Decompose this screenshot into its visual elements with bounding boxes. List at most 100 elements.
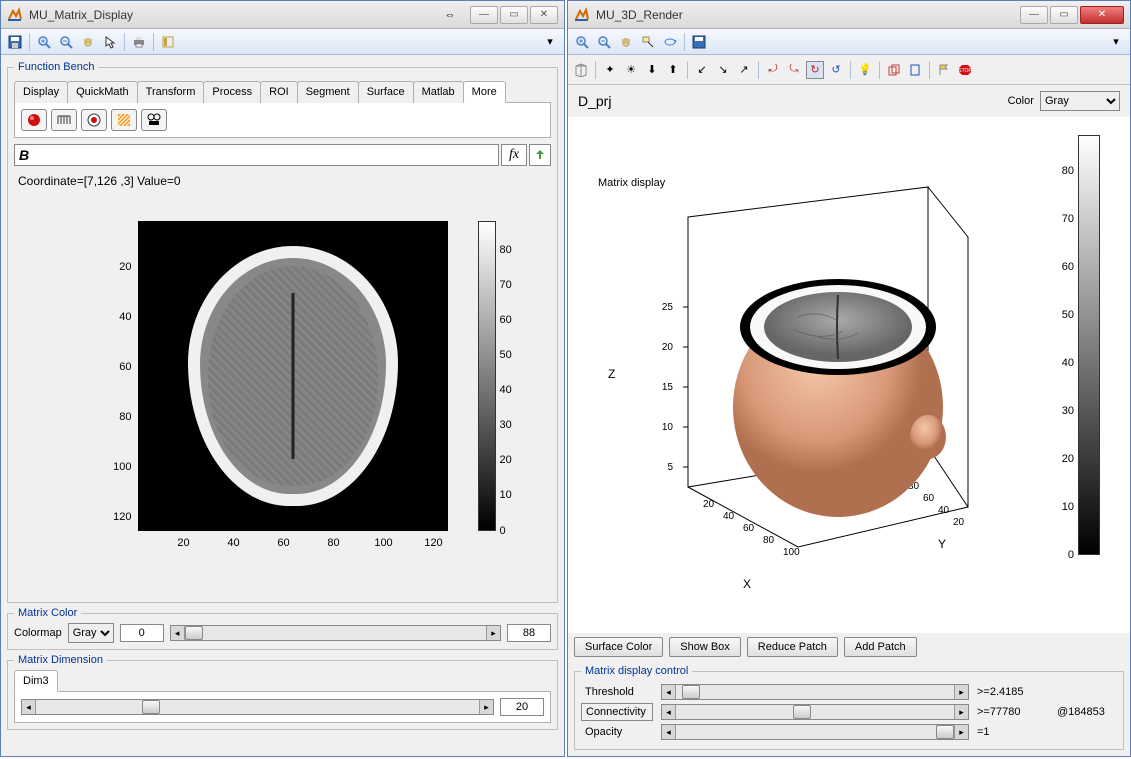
comb-icon[interactable] [51, 109, 77, 131]
zoom-out-icon[interactable] [594, 32, 614, 52]
colormap-select[interactable]: Gray [68, 623, 114, 643]
stop-icon[interactable]: STOP [956, 61, 974, 79]
pan-hand-icon[interactable] [616, 32, 636, 52]
xtick: 40 [227, 537, 239, 549]
clim-min-input[interactable] [120, 624, 164, 642]
connectivity-label[interactable]: Connectivity [581, 703, 653, 721]
cb3tick: 10 [1062, 501, 1074, 513]
cbtick: 60 [500, 314, 512, 326]
minimize-button[interactable]: — [1020, 6, 1048, 24]
zoom-in-icon[interactable] [34, 32, 54, 52]
run-button[interactable] [529, 144, 551, 166]
titlebar-left[interactable]: MU_Matrix_Display ⇔ — ▭ ✕ [1, 1, 564, 29]
opacity-slider[interactable]: ◂▸ [661, 724, 969, 740]
cbtick: 70 [500, 279, 512, 291]
color-label: Color [1008, 95, 1034, 107]
x-axis-label: X [743, 577, 751, 591]
menu-chevron-icon[interactable]: ▾ [540, 32, 560, 52]
reduce-patch-button[interactable]: Reduce Patch [747, 637, 838, 657]
zoom-out-icon[interactable] [56, 32, 76, 52]
pointer-icon[interactable] [100, 32, 120, 52]
cb3tick: 20 [1062, 453, 1074, 465]
red-sphere-icon[interactable] [21, 109, 47, 131]
print-icon[interactable] [129, 32, 149, 52]
slider-right-arrow[interactable]: ▸ [479, 700, 493, 714]
dim-value-input[interactable] [500, 698, 544, 716]
xtick: 60 [277, 537, 289, 549]
copy-icon[interactable] [885, 61, 903, 79]
window-matrix-display: MU_Matrix_Display ⇔ — ▭ ✕ ▾ Function Ben… [0, 0, 565, 757]
maximize-button[interactable]: ▭ [500, 6, 528, 24]
zoom-in-icon[interactable] [572, 32, 592, 52]
light-top-icon[interactable]: ⬇ [643, 61, 661, 79]
render-3d-area[interactable]: Matrix display 5 10 15 20 25 20 40 60 80… [568, 117, 1130, 633]
close-button[interactable]: ✕ [530, 6, 558, 24]
show-box-button[interactable]: Show Box [669, 637, 741, 657]
cbtick: 10 [500, 489, 512, 501]
rotate-free-icon[interactable]: ↺ [827, 61, 845, 79]
tab-quickmath[interactable]: QuickMath [67, 81, 138, 103]
rotate-x-icon[interactable]: ⤾ [764, 61, 782, 79]
nav-arrows-icon[interactable]: ⇔ [436, 6, 464, 24]
threshold-slider[interactable]: ◂▸ [661, 684, 969, 700]
tab-roi[interactable]: ROI [260, 81, 298, 103]
tab-segment[interactable]: Segment [297, 81, 359, 103]
dock-icon[interactable] [158, 32, 178, 52]
tab-surface[interactable]: Surface [358, 81, 414, 103]
tab-dim3[interactable]: Dim3 [14, 670, 58, 692]
hatch-icon[interactable] [111, 109, 137, 131]
matrix-dimension-group: Matrix Dimension Dim3 ◂ ▸ [7, 654, 558, 730]
tab-panel-more [14, 102, 551, 138]
tab-display[interactable]: Display [14, 81, 68, 103]
light-small-icon[interactable]: ✦ [601, 61, 619, 79]
matrix-color-legend: Matrix Color [14, 607, 81, 619]
slider-left-arrow[interactable]: ◂ [171, 626, 185, 640]
light-left-icon[interactable]: ↙ [693, 61, 711, 79]
titlebar-right[interactable]: MU_3D_Render — ▭ ✕ [568, 1, 1130, 29]
tab-bar: Display QuickMath Transform Process ROI … [14, 81, 551, 103]
render-color-select[interactable]: Gray [1040, 91, 1120, 111]
rotate-z-icon[interactable]: ↻ [806, 61, 824, 79]
menu-chevron-icon[interactable]: ▾ [1106, 32, 1126, 52]
pan-hand-icon[interactable] [78, 32, 98, 52]
save-icon[interactable] [5, 32, 25, 52]
minimize-button[interactable]: — [470, 6, 498, 24]
flag-icon[interactable] [935, 61, 953, 79]
slider-left-arrow[interactable]: ◂ [22, 700, 36, 714]
formula-input[interactable] [14, 144, 499, 166]
maximize-button[interactable]: ▭ [1050, 6, 1078, 24]
dim-slider[interactable]: ◂ ▸ [21, 699, 494, 715]
rotate-y-icon[interactable]: ⤿ [785, 61, 803, 79]
tab-transform[interactable]: Transform [137, 81, 205, 103]
light-ray-icon[interactable]: ☀ [622, 61, 640, 79]
film-icon[interactable] [141, 109, 167, 131]
surface-color-button[interactable]: Surface Color [574, 637, 663, 657]
ytick: 80 [108, 411, 132, 423]
tab-matlab[interactable]: Matlab [413, 81, 464, 103]
ytick: 40 [108, 311, 132, 323]
data-cursor-icon[interactable] [638, 32, 658, 52]
save-icon[interactable] [689, 32, 709, 52]
matrix-dimension-legend: Matrix Dimension [14, 654, 107, 666]
lightbulb-icon[interactable]: 💡 [856, 61, 874, 79]
opacity-label: Opacity [581, 724, 653, 740]
tab-process[interactable]: Process [203, 81, 261, 103]
light-right-icon[interactable]: ↘ [714, 61, 732, 79]
slice-image[interactable] [138, 221, 448, 531]
light-bottom-icon[interactable]: ⬆ [664, 61, 682, 79]
tab-more[interactable]: More [463, 81, 506, 103]
xtick: 80 [327, 537, 339, 549]
fx-button[interactable]: fx [501, 144, 527, 166]
clim-max-input[interactable] [507, 624, 551, 642]
close-button[interactable]: ✕ [1080, 6, 1124, 24]
connectivity-slider[interactable]: ◂▸ [661, 704, 969, 720]
light-front-icon[interactable]: ↗ [735, 61, 753, 79]
axes-box-icon[interactable] [572, 61, 590, 79]
slider-right-arrow[interactable]: ▸ [486, 626, 500, 640]
rotate-3d-icon[interactable] [660, 32, 680, 52]
paste-icon[interactable] [906, 61, 924, 79]
add-patch-button[interactable]: Add Patch [844, 637, 917, 657]
clim-slider[interactable]: ◂ ▸ [170, 625, 501, 641]
function-bench-group: Function Bench Display QuickMath Transfo… [7, 61, 558, 603]
red-sphere-small-icon[interactable] [81, 109, 107, 131]
